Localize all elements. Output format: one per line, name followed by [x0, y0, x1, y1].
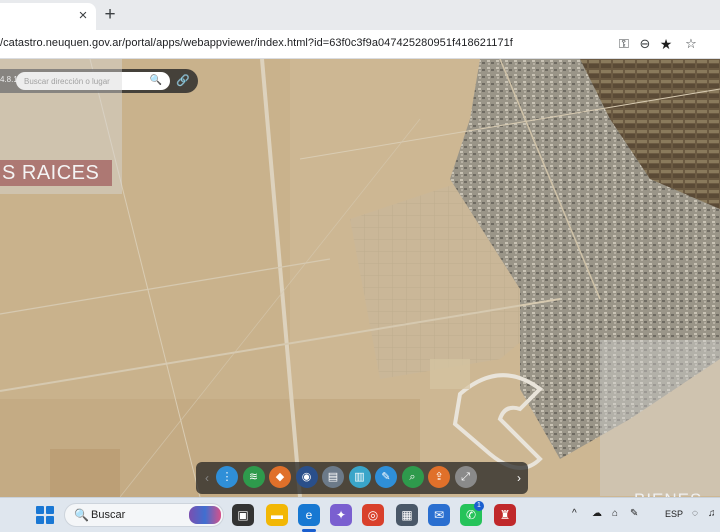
address-bar[interactable]: /catastro.neuquen.gov.ar/portal/apps/web… [0, 37, 513, 49]
file-explorer-icon[interactable]: ▬ [266, 504, 288, 526]
taskbar-search-icon: 🔍 [74, 508, 89, 522]
star-icon[interactable]: ★ [658, 36, 674, 52]
mail-icon[interactable]: ✉ [428, 504, 450, 526]
task-view-icon[interactable]: ▣ [232, 504, 254, 526]
link-icon[interactable]: 🔗 [174, 72, 192, 90]
dock-query-button[interactable]: ⌕ [401, 466, 424, 488]
game-icon[interactable]: ♜ [494, 504, 516, 526]
whatsapp-notification-badge: 1 [474, 501, 484, 511]
dock-share-button[interactable]: ⇪ [428, 466, 450, 488]
dock-next-arrow[interactable]: › [512, 469, 526, 487]
tray-app-icon[interactable]: ⌂ [612, 508, 618, 519]
taskbar-search-label: Buscar [91, 509, 126, 521]
pen-icon[interactable]: ✎ [630, 508, 638, 519]
volume-icon[interactable]: ♫ [708, 508, 716, 519]
dock-layers-button[interactable]: ≋ [242, 466, 265, 488]
search-icon[interactable]: 🔍 [145, 72, 167, 90]
copilot-icon[interactable]: ✦ [330, 504, 352, 526]
calculator-icon[interactable]: ▦ [396, 504, 418, 526]
dock-measure-button[interactable]: ▥ [348, 466, 371, 488]
dock-legend-button[interactable]: ◉ [295, 466, 318, 488]
taskbar-search-box[interactable]: 🔍 Buscar [64, 503, 224, 527]
tray-overflow-icon[interactable]: ^ [572, 508, 577, 519]
dock-draw-button[interactable]: ✎ [375, 466, 397, 488]
dock-print-button[interactable]: ▤ [322, 466, 344, 488]
onedrive-icon[interactable]: ☁ [592, 508, 602, 519]
watermark-text-left: S RAICES [0, 160, 112, 186]
windows-start-icon[interactable] [36, 506, 54, 524]
chrome-icon[interactable]: ◎ [362, 504, 384, 526]
favorites-icon[interactable]: ☆ [683, 36, 699, 52]
watermark-logo-right [600, 340, 720, 496]
windows-taskbar: 🔍 Buscar ▣ ▬ e ✦ ◎ ▦ ✉ ✆ ♜ 1 ^ ☁ ⌂ ✎ ESP ◌ ♫ [0, 497, 720, 532]
edge-icon[interactable]: e [298, 504, 320, 526]
new-tab-button[interactable]: + [100, 5, 120, 25]
browser-tab-bar: × + [0, 0, 720, 30]
dock-prev-arrow[interactable]: ‹ [200, 469, 214, 487]
widget-dock: ‹ ⋮ ≋ ◆ ◉ ▤ ▥ ✎ ⌕ ⇪ ⤢ › [196, 462, 528, 494]
browser-toolbar: /catastro.neuquen.gov.ar/portal/apps/web… [0, 30, 720, 59]
wifi-icon[interactable]: ◌ [692, 508, 698, 519]
key-icon[interactable]: ⚿ [616, 36, 632, 52]
dock-basemap-button[interactable]: ◆ [269, 466, 291, 488]
browser-tab[interactable]: × [0, 3, 96, 30]
satellite-map[interactable]: 4.8.1 🔍 🔗 S RAICES ‹ ⋮≋◆◉▤▥✎⌕⇪⤢ › [0, 59, 720, 497]
search-highlight-art [189, 506, 221, 524]
dock-fullscreen-button[interactable]: ⤢ [454, 466, 477, 488]
dock-info-button[interactable]: ⋮ [216, 466, 238, 488]
tab-close-icon[interactable]: × [74, 7, 92, 25]
language-indicator[interactable]: ESP [665, 509, 683, 519]
zoom-out-icon[interactable]: ⊖ [637, 36, 653, 52]
